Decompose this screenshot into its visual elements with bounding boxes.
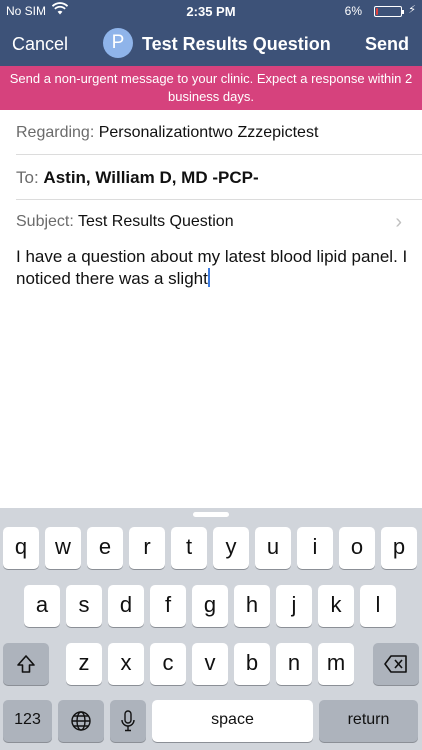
key-s[interactable]: s (66, 585, 102, 627)
key-d[interactable]: d (108, 585, 144, 627)
key-l[interactable]: l (360, 585, 396, 627)
shift-icon (17, 655, 35, 673)
shift-key[interactable] (3, 643, 49, 685)
microphone-icon (121, 710, 135, 732)
key-v[interactable]: v (192, 643, 228, 685)
globe-icon (71, 711, 91, 731)
keyboard-grabber[interactable] (193, 512, 229, 517)
key-e[interactable]: e (87, 527, 123, 569)
key-c[interactable]: c (150, 643, 186, 685)
key-a[interactable]: a (24, 585, 60, 627)
key-f[interactable]: f (150, 585, 186, 627)
send-button[interactable]: Send (365, 34, 409, 55)
page-title: Test Results Question (142, 34, 331, 54)
message-body-field[interactable]: I have a question about my latest blood … (16, 246, 416, 290)
avatar: P (103, 28, 133, 58)
key-t[interactable]: t (171, 527, 207, 569)
message-body-text: I have a question about my latest blood … (16, 247, 408, 288)
key-p[interactable]: p (381, 527, 417, 569)
key-o[interactable]: o (339, 527, 375, 569)
subject-row[interactable]: Subject: Test Results Question › (16, 200, 422, 245)
dictation-key[interactable] (110, 700, 146, 742)
key-u[interactable]: u (255, 527, 291, 569)
backspace-key[interactable] (373, 643, 419, 685)
regarding-row: Regarding: Personalizationtwo Zzzepictes… (16, 110, 422, 155)
key-k[interactable]: k (318, 585, 354, 627)
key-y[interactable]: y (213, 527, 249, 569)
key-q[interactable]: q (3, 527, 39, 569)
battery-icon (374, 6, 404, 17)
recipient-value: Astin, William D, MD -PCP- (43, 168, 259, 187)
key-z[interactable]: z (66, 643, 102, 685)
regarding-label: Regarding: (16, 124, 95, 141)
subject-value: Test Results Question (77, 213, 234, 230)
status-bar: No SIM 2:35 PM 6% ⚡ (0, 0, 422, 22)
key-b[interactable]: b (234, 643, 270, 685)
key-w[interactable]: w (45, 527, 81, 569)
key-n[interactable]: n (276, 643, 312, 685)
numbers-key[interactable]: 123 (3, 700, 52, 742)
keyboard: q w e r t y u i o p a s d f g h j k l z … (0, 508, 422, 750)
key-r[interactable]: r (129, 527, 165, 569)
cancel-button[interactable]: Cancel (12, 34, 68, 55)
regarding-value: Personalizationtwo Zzzepictest (98, 124, 319, 141)
key-j[interactable]: j (276, 585, 312, 627)
chevron-right-icon: › (395, 211, 402, 233)
to-row[interactable]: To: Astin, William D, MD -PCP- (16, 155, 422, 200)
key-x[interactable]: x (108, 643, 144, 685)
return-key[interactable]: return (319, 700, 418, 742)
info-banner: Send a non-urgent message to your clinic… (0, 66, 422, 110)
charging-icon: ⚡ (408, 4, 416, 16)
space-key[interactable]: space (152, 700, 313, 742)
top-bar: No SIM 2:35 PM 6% ⚡ Cancel P Test Result… (0, 0, 422, 66)
key-g[interactable]: g (192, 585, 228, 627)
battery-percent: 6% (344, 4, 362, 18)
subject-label: Subject: (16, 213, 74, 230)
to-label: To: (16, 168, 39, 187)
backspace-icon (384, 655, 407, 673)
globe-key[interactable] (58, 700, 104, 742)
key-i[interactable]: i (297, 527, 333, 569)
key-m[interactable]: m (318, 643, 354, 685)
text-cursor (207, 268, 210, 287)
key-h[interactable]: h (234, 585, 270, 627)
navigation-bar: Cancel P Test Results Question Send (0, 22, 422, 66)
